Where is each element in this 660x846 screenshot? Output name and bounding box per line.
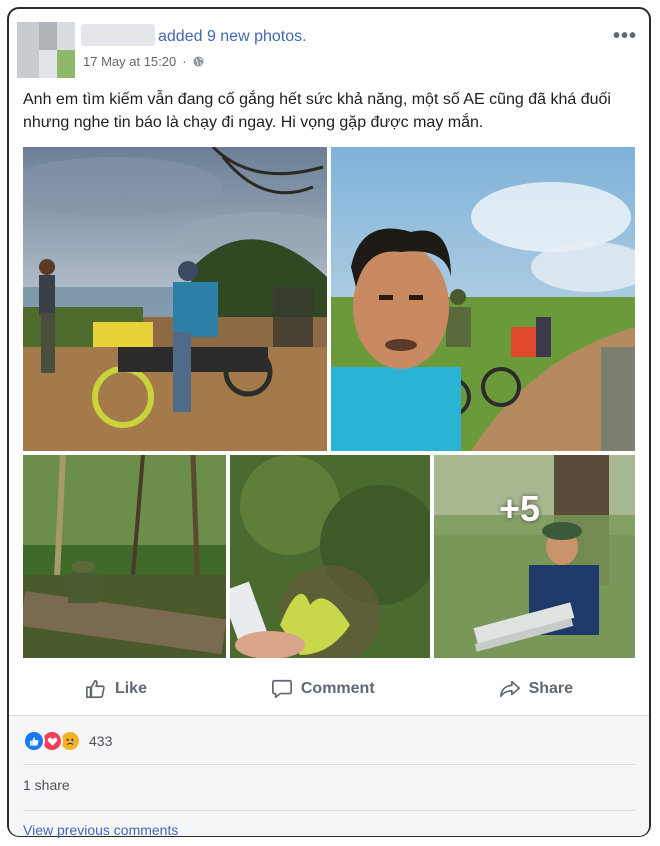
reaction-count: 433 [89,733,113,749]
timestamp[interactable]: 17 May at 15:20 [83,54,176,69]
view-previous-comments-link[interactable]: View previous comments [23,822,178,838]
photos-added-text[interactable]: added 9 new photos. [158,28,307,45]
meta-dot: · [182,54,187,69]
post-text: Anh em tìm kiếm vẫn đang cố gắng hết sức… [23,91,611,131]
photo-1-image [23,147,327,451]
comment-icon [271,679,292,699]
post-card: added 9 new photos. 17 May at 15:20 · ••… [7,7,651,838]
more-photos-overlay[interactable]: +5 [434,455,635,658]
like-label: Like [114,680,147,697]
share-label: Share [528,680,574,697]
action-bar: Like Comment Share [23,669,635,709]
divider [23,764,635,765]
photo-1[interactable] [23,147,327,451]
photo-4[interactable] [230,455,430,658]
globe-icon [193,56,204,67]
like-button[interactable]: Like [85,678,147,700]
share-count[interactable]: 1 share [23,777,70,793]
photo-3-image [23,455,226,658]
photo-2[interactable] [331,147,635,451]
photo-5[interactable]: +5 [434,455,635,658]
share-button[interactable]: Share [499,678,573,700]
comment-button[interactable]: Comment [271,678,375,700]
post-meta: 17 May at 15:20 · [83,54,204,69]
photo-4-image [230,455,430,658]
post-footer: 433 1 share View previous comments [9,715,649,838]
avatar[interactable] [17,22,75,78]
photo-3[interactable] [23,455,226,658]
comment-label: Comment [300,680,375,697]
divider [23,810,635,811]
author-name-blurred[interactable] [81,24,155,46]
share-icon [499,680,520,698]
post-headline: added 9 new photos. [158,28,307,46]
reactions-summary[interactable]: 433 [23,730,112,752]
photo-2-image [331,147,635,451]
more-options-button[interactable]: ••• [613,25,637,48]
like-icon [85,679,105,699]
like-reaction-icon [23,730,45,752]
